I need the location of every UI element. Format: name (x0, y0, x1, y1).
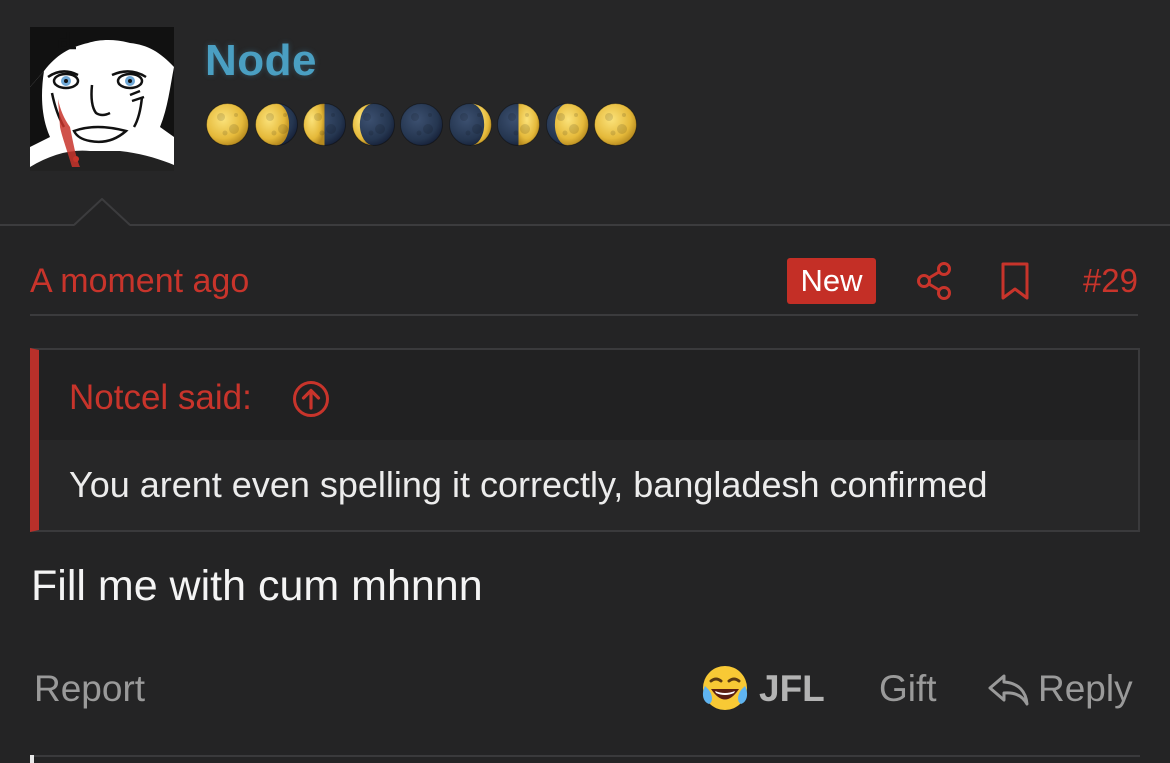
waning-gibbous-moon-icon (254, 103, 298, 146)
next-post-edge (30, 755, 34, 763)
meta-divider (30, 314, 1138, 316)
waxing-gibbous-moon-icon (545, 103, 589, 146)
avatar[interactable] (30, 27, 174, 171)
post-timestamp[interactable]: A moment ago (30, 262, 249, 301)
last-quarter-moon-icon (303, 103, 346, 146)
new-badge: New (787, 258, 876, 304)
quote-body: You arent even spelling it correctly, ba… (39, 440, 1138, 530)
reaction-label: JFL (759, 668, 825, 709)
avatar-icon (30, 27, 174, 171)
quote-author[interactable]: Notcel said: (69, 378, 252, 418)
report-button[interactable]: Report (34, 668, 145, 710)
username[interactable]: Node (205, 36, 317, 86)
reply-arrow-icon (988, 674, 1029, 706)
share-icon[interactable] (916, 261, 952, 301)
waning-crescent-moon-icon (351, 103, 395, 146)
header-divider (0, 224, 1170, 226)
bookmark-icon[interactable] (1000, 261, 1030, 301)
gift-button[interactable]: Gift (879, 668, 937, 710)
next-post-divider (30, 755, 1140, 757)
arrow-up-circle-icon[interactable] (292, 380, 330, 418)
quote-text: You arent even spelling it correctly, ba… (69, 464, 988, 505)
new-moon-icon (400, 103, 443, 146)
post-actions: Report JFL Gift Reply (34, 664, 1138, 716)
full-moon-icon (206, 103, 249, 146)
quote-header: Notcel said: (39, 350, 1138, 440)
post-body: Fill me with cum mhnnn (31, 562, 483, 610)
quote-block: Notcel said: You arent even spelling it … (30, 348, 1140, 532)
first-quarter-moon-icon (497, 103, 540, 146)
reply-label: Reply (1038, 668, 1133, 709)
full-moon-icon (594, 103, 637, 146)
waxing-crescent-moon-icon (448, 103, 492, 146)
crying-laughing-emoji-icon (702, 666, 748, 710)
post-number[interactable]: #29 (1083, 262, 1138, 300)
caret-pointer-icon (74, 198, 130, 226)
post-meta-bar: A moment ago New #29 (30, 258, 1138, 306)
moon-rank-icons (205, 102, 638, 147)
